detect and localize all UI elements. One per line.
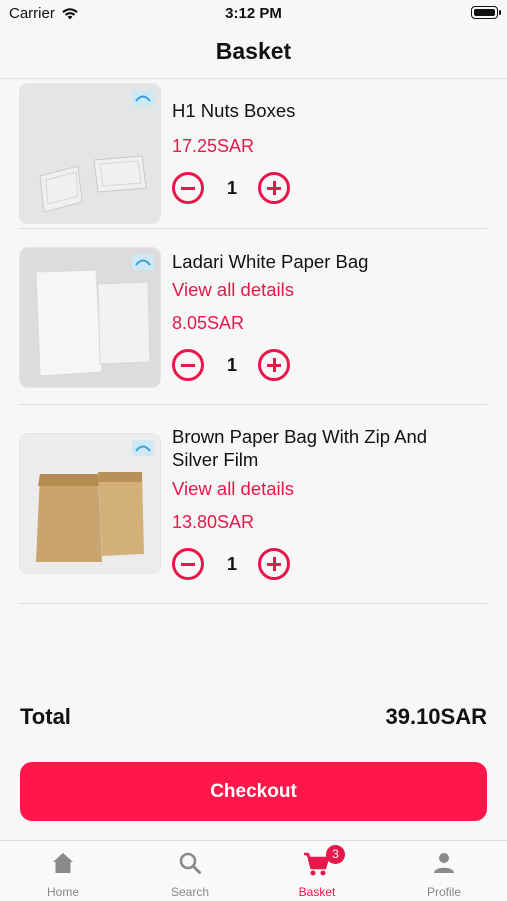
checkout-button[interactable]: Checkout [20, 762, 487, 821]
decrease-button[interactable] [172, 548, 204, 580]
tab-home[interactable]: Home [0, 841, 126, 901]
tab-label: Search [170, 885, 210, 899]
minus-icon [181, 186, 195, 190]
quantity-stepper: 1 [172, 349, 292, 385]
profile-icon [434, 853, 454, 873]
quantity-stepper: 1 [172, 172, 292, 208]
product-image[interactable] [20, 248, 160, 387]
quantity-value: 1 [226, 554, 237, 574]
decrease-button[interactable] [172, 172, 204, 204]
decrease-button[interactable] [172, 349, 204, 381]
search-icon [179, 852, 201, 874]
tab-label: Basket [298, 885, 336, 899]
total-value: 39.10SAR [385, 704, 487, 729]
increase-button[interactable] [258, 172, 290, 204]
basket-item: H1 Nuts Boxes 17.25SAR 1 [20, 79, 487, 229]
nav-header: Basket [0, 30, 507, 79]
cart-count-badge: 3 [326, 845, 345, 864]
tab-bar: Home Search 3 Basket Profile [0, 840, 507, 901]
brand-logo-icon [132, 254, 154, 270]
clock: 3:12 PM [225, 5, 282, 22]
brand-logo-icon [132, 440, 154, 456]
quantity-value: 1 [226, 178, 237, 198]
item-price: 13.80SAR [172, 512, 255, 532]
tab-label: Profile [426, 885, 461, 899]
tab-basket[interactable]: 3 Basket [254, 841, 380, 901]
item-name[interactable]: Ladari White Paper Bag [172, 250, 472, 273]
product-image[interactable] [20, 84, 160, 223]
increase-button[interactable] [258, 548, 290, 580]
view-details-link[interactable]: View all details [172, 279, 294, 301]
minus-icon [181, 363, 195, 367]
battery-icon [471, 6, 501, 19]
tab-search[interactable]: Search [127, 841, 253, 901]
item-price: 8.05SAR [172, 313, 245, 333]
item-price: 17.25SAR [172, 136, 255, 156]
total-label: Total [20, 704, 71, 729]
minus-icon [181, 562, 195, 566]
increase-button[interactable] [258, 349, 290, 381]
tab-label: Home [46, 885, 79, 899]
tab-profile[interactable]: Profile [381, 841, 507, 901]
view-details-link[interactable]: View all details [172, 478, 294, 500]
basket-item: Brown Paper Bag With Zip And Silver Film… [20, 405, 487, 604]
home-icon [53, 853, 73, 873]
status-bar: Carrier 3:12 PM [0, 0, 507, 30]
item-name[interactable]: Brown Paper Bag With Zip And Silver Film [172, 425, 462, 471]
quantity-value: 1 [226, 355, 237, 375]
item-name[interactable]: H1 Nuts Boxes [172, 99, 472, 122]
brand-logo-icon [132, 90, 154, 106]
basket-item: Ladari White Paper Bag View all details … [20, 229, 487, 405]
page-title: Basket [215, 38, 292, 64]
quantity-stepper: 1 [172, 548, 292, 584]
product-image[interactable] [20, 434, 160, 573]
